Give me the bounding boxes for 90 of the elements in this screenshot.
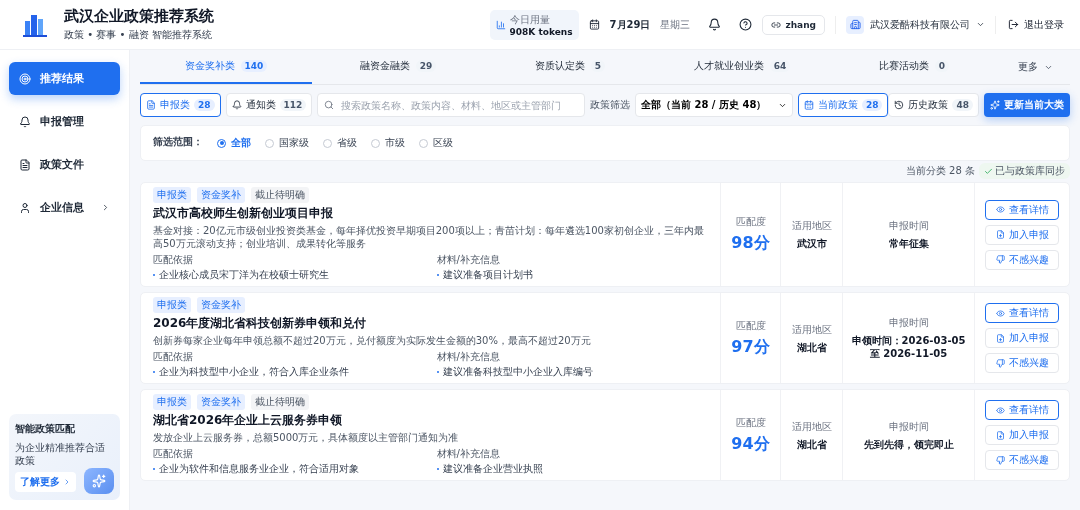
policy-tag: 资金奖补 [197,187,245,203]
policy-description: 基金对接：20亿元市级创业投资类基金，每年择优投资早期项目200项以上；青苗计划：每年遴选100家初创企业，三年内最高50万元滚动支持；创业培训、成果转化等服务 [153,224,705,250]
policy-tag: 资金奖补 [197,297,245,313]
refresh-category-button[interactable]: 更新当前大类 [984,93,1070,117]
logout-button[interactable]: 退出登录 [1006,15,1066,34]
region-label: 适用地区 [791,419,832,434]
policy-filter-dropdown[interactable]: 全部（当前 28 / 历史 48） [634,93,793,117]
basis-item: 企业为软件和信息服务业企业，符合适用对象 [153,462,425,476]
basis-item: 企业为科技型中小企业，符合入库企业条件 [153,365,425,379]
sync-status: 已与政策库同步 [979,163,1070,179]
more-tab[interactable]: 更多 [1000,50,1070,84]
policy-description: 创新券每家企业每年申领总额不超过20万元，兑付额度为实际发生金额的30%，最高不超过20万元 [153,334,592,347]
scope-label: 筛选范围： [153,136,203,148]
materials-label: 材料/补充信息 [436,253,501,267]
time-value: 常年征集 [888,237,929,250]
match-score: 98分 [731,233,770,254]
basis-label: 匹配依据 [153,447,194,461]
match-label: 匹配度 [735,318,766,333]
card-action-button[interactable]: 加入申报 [985,224,1059,245]
scope-radio[interactable]: 市级 [371,136,405,150]
result-count: 当前分类 28 条 [905,164,975,178]
materials-label: 材料/补充信息 [436,350,501,364]
region-value: 武汉市 [796,237,827,250]
sidebar-item[interactable]: 企业信息 [9,191,120,224]
policy-title[interactable]: 2026年度湖北省科技创新券申领和兑付 [153,315,708,332]
region-label: 适用地区 [791,219,832,233]
period-toggle-button[interactable]: 当前政策 28 [797,93,889,117]
scope-radio[interactable]: 全部 [217,136,251,150]
region-value: 湖北省 [796,437,827,451]
company-selector[interactable]: 武汉爱酷科技有限公司 [835,15,996,34]
time-value: 申领时间：2026-03-05 至 2026-11-05 [851,334,966,360]
period-toggle-button[interactable]: 历史政策 48 [888,93,979,117]
time-value: 先到先得，领完即止 [863,437,954,451]
promo-title: 智能政策匹配 [15,422,76,436]
time-label: 申报时间 [888,219,929,233]
promo-text: 为企业精准推荐合适政策 [15,441,106,467]
policy-tag: 截止待明确 [251,187,309,203]
match-score: 97分 [731,336,770,358]
basis-label: 匹配依据 [153,253,194,267]
app-subtitle: 政策 • 赛事 • 融资 智能推荐系统 [64,28,213,42]
policy-title[interactable]: 湖北省2026年企业上云服务券申领 [153,412,708,429]
app-title: 武汉企业政策推荐系统 [64,7,214,26]
policy-title[interactable]: 武汉市高校师生创新创业项目申报 [153,205,708,222]
materials-item: 建议准备科技型中小企业入库编号 [436,365,708,379]
weekday-text: 星期三 [660,17,691,32]
category-tab[interactable]: 比赛活动类 0 [828,50,1000,84]
match-label: 匹配度 [735,215,766,229]
materials-item: 建议准备企业营业执照 [436,462,708,476]
user-chip[interactable]: zhang [762,14,825,35]
sidebar-item[interactable]: 申报管理 [9,105,120,138]
category-tab[interactable]: 资金奖补类 140 [140,50,312,84]
policy-tag: 申报类 [153,297,191,313]
card-action-button[interactable]: 加入申报 [985,425,1059,445]
scope-radio[interactable]: 区级 [419,136,453,150]
scope-radio[interactable]: 国家级 [265,136,309,150]
scope-radio[interactable]: 省级 [323,136,357,150]
match-label: 匹配度 [735,415,766,430]
policy-description: 发放企业上云服务券，总额5000万元，具体额度以主管部门通知为准 [153,431,460,444]
match-score: 94分 [731,433,770,455]
card-action-button[interactable]: 不感兴趣 [985,353,1059,373]
card-action-button[interactable]: 不感兴趣 [985,249,1059,270]
policy-tag: 申报类 [153,187,191,203]
policy-tag: 截止待明确 [251,394,309,410]
card-action-button[interactable]: 加入申报 [985,328,1059,348]
region-value: 湖北省 [796,340,827,354]
type-filter-button[interactable]: 申报类 28 [140,93,221,117]
type-filter-button[interactable]: 通知类 112 [225,93,313,117]
category-tab[interactable]: 资质认定类 5 [484,50,656,84]
basis-label: 匹配依据 [153,350,194,364]
card-action-button[interactable]: 查看详情 [985,400,1059,420]
sidebar-item[interactable]: 推荐结果 [9,62,120,95]
time-label: 申报时间 [888,316,929,330]
card-action-button[interactable]: 查看详情 [985,303,1059,323]
card-action-button[interactable]: 查看详情 [985,199,1059,220]
category-tab[interactable]: 人才就业创业类 64 [656,50,828,84]
search-field[interactable]: 搜索政策名称、政策内容、材料、地区或主管部门 [317,93,585,117]
filter-label: 政策筛选 [589,98,630,112]
policy-tag: 申报类 [153,394,191,410]
card-action-button[interactable]: 不感兴趣 [985,450,1059,470]
policy-tag: 资金奖补 [197,394,245,410]
materials-label: 材料/补充信息 [436,447,501,461]
learn-more-link[interactable]: 了解更多 [15,472,76,492]
time-label: 申报时间 [888,419,929,434]
region-label: 适用地区 [791,322,832,337]
sidebar-item[interactable]: 政策文件 [9,148,120,181]
category-tab[interactable]: 融资金融类 29 [312,50,484,84]
date-text: 7月29日 [609,17,651,32]
materials-item: 建议准备项目计划书 [436,268,708,282]
basis-item: 企业核心成员宋丁洋为在校硕士研究生 [153,268,425,282]
usage-badge: 今日用量 908K tokens [489,9,579,40]
